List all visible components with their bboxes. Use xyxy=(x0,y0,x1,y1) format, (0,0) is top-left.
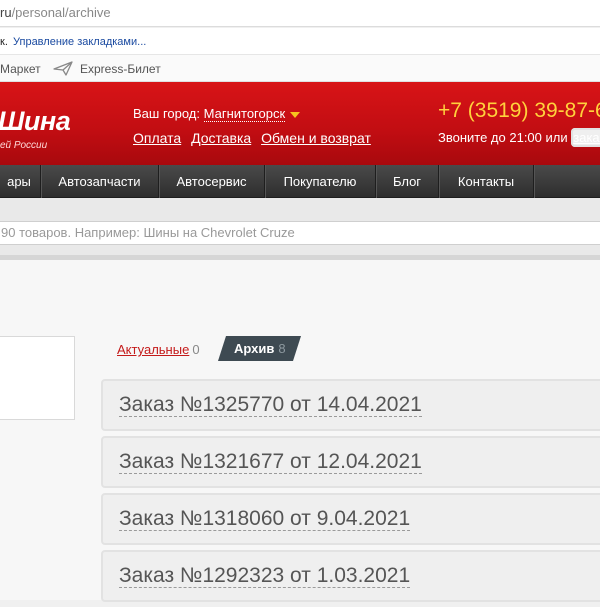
caret-down-icon[interactable] xyxy=(290,111,301,118)
bookmarks-bar-secondary: Маркет Express-Билет xyxy=(0,55,600,82)
phone-number[interactable]: +7 (3519) 39-87-6 xyxy=(438,99,600,123)
order-item[interactable]: Заказ №1325770 от 14.04.2021 xyxy=(101,379,600,431)
order-item[interactable]: Заказ №1292323 от 1.03.2021 xyxy=(101,550,600,602)
nav-item-contacts[interactable]: Контакты xyxy=(439,165,534,198)
bookmarks-prefix: к. xyxy=(0,36,8,48)
url-text[interactable]: ru/personal/archive xyxy=(0,5,111,20)
bookmark-market[interactable]: Маркет xyxy=(0,62,41,76)
tab-actual-label: Актуальные xyxy=(117,342,190,357)
call-note: Звоните до 21:00 или закаж xyxy=(438,128,600,147)
tab-actual-count: 0 xyxy=(192,342,200,357)
city-name[interactable]: Магнитогорск xyxy=(203,106,286,122)
payment-link[interactable]: Оплата xyxy=(133,130,181,146)
tab-actual[interactable]: Актуальные 0 xyxy=(117,342,200,357)
call-note-text: Звоните до 21:00 или xyxy=(438,130,568,145)
delivery-link[interactable]: Доставка xyxy=(191,130,251,146)
address-bar[interactable]: ru/personal/archive xyxy=(0,0,600,27)
city-label: Ваш город: xyxy=(133,106,200,121)
nav-item-autoparts[interactable]: Автозапчасти xyxy=(41,165,159,198)
order-item[interactable]: Заказ №1321677 от 12.04.2021 xyxy=(101,436,600,488)
city-selector[interactable]: Ваш город: Магнитогорск xyxy=(133,106,301,122)
order-title[interactable]: Заказ №1318060 от 9.04.2021 xyxy=(119,507,411,532)
nav-item-goods[interactable]: ары xyxy=(0,165,41,198)
nav-item-blog[interactable]: Блог xyxy=(376,165,439,198)
order-item[interactable]: Заказ №1318060 от 9.04.2021 xyxy=(101,493,600,545)
main-content: Актуальные 0 Архив 8 Заказ №1325770 от 14.… xyxy=(0,260,600,602)
tab-archive[interactable]: Архив 8 xyxy=(218,336,301,361)
tab-archive-label: Архив xyxy=(234,341,275,356)
orders-list: Заказ №1325770 от 14.04.2021 Заказ №1321… xyxy=(101,379,600,607)
order-title[interactable]: Заказ №1321677 от 12.04.2021 xyxy=(119,450,422,475)
url-domain: ru xyxy=(0,5,12,20)
sidebar-box xyxy=(0,336,75,420)
order-title[interactable]: Заказ №1325770 от 14.04.2021 xyxy=(119,393,422,418)
search-area: 90 товаров. Например: Шины на Chevrolet … xyxy=(0,198,600,260)
url-path: /personal/archive xyxy=(11,5,111,20)
tab-archive-count: 8 xyxy=(278,341,286,356)
nav-item-customer[interactable]: Покупателю xyxy=(265,165,376,198)
nav-item-autoservice[interactable]: Автосервис xyxy=(159,165,265,198)
site-logo[interactable]: Шина xyxy=(0,106,71,137)
site-header: Шина ей России Ваш город: Магнитогорск О… xyxy=(0,82,600,165)
bookmark-express[interactable]: Express-Билет xyxy=(80,62,161,76)
manage-bookmarks-link[interactable]: Управление закладками... xyxy=(13,36,146,48)
exchange-return-link[interactable]: Обмен и возврат xyxy=(261,130,371,146)
header-links: Оплата Доставка Обмен и возврат xyxy=(133,130,377,146)
bookmarks-bar: к. Управление закладками... xyxy=(0,28,600,55)
logo-tagline: ей России xyxy=(0,140,48,151)
plane-icon xyxy=(53,61,73,76)
order-call-link[interactable]: закаж xyxy=(571,128,600,147)
order-title[interactable]: Заказ №1292323 от 1.03.2021 xyxy=(119,564,411,589)
main-nav: ары Автозапчасти Автосервис Покупателю Б… xyxy=(0,165,600,198)
search-input[interactable]: 90 товаров. Например: Шины на Chevrolet … xyxy=(0,221,600,245)
